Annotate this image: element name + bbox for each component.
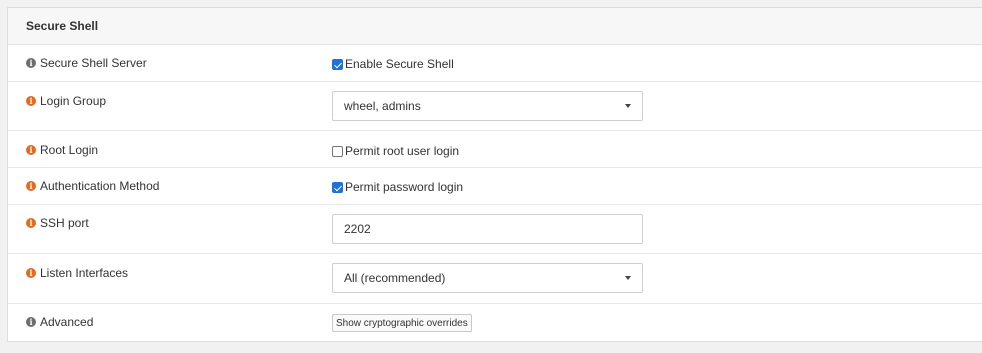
permit-root-login-checkbox[interactable]	[332, 145, 343, 157]
row-root-login: i Root Login Permit root user login	[8, 131, 982, 168]
label-ssh-port: i SSH port	[26, 216, 89, 230]
login-group-selected: wheel, admins	[344, 99, 421, 113]
label-advanced: i Advanced	[26, 315, 93, 329]
secure-shell-panel: Secure Shell i Secure Shell Server Enabl…	[7, 7, 982, 342]
ssh-port-input[interactable]	[332, 214, 643, 244]
permit-password-login-label[interactable]: Permit password login	[345, 180, 463, 194]
row-secure-shell-server: i Secure Shell Server Enable Secure Shel…	[8, 45, 982, 82]
listen-interfaces-select[interactable]: All (recommended)	[332, 263, 643, 293]
show-cryptographic-overrides-button[interactable]: Show cryptographic overrides	[332, 314, 472, 332]
ssh-port-control	[332, 214, 643, 244]
info-icon[interactable]: i	[26, 317, 36, 327]
permit-password-login-control[interactable]: Permit password login	[332, 180, 463, 194]
permit-root-login-label[interactable]: Permit root user login	[345, 144, 459, 158]
info-icon[interactable]: i	[26, 218, 36, 228]
label-text: SSH port	[40, 216, 89, 230]
enable-secure-shell-label[interactable]: Enable Secure Shell	[345, 57, 454, 71]
info-icon[interactable]: i	[26, 58, 36, 68]
listen-interfaces-selected: All (recommended)	[344, 271, 446, 285]
row-advanced: i Advanced Show cryptographic overrides	[8, 304, 982, 342]
login-group-select[interactable]: wheel, admins	[332, 91, 643, 121]
enable-secure-shell-control[interactable]: Enable Secure Shell	[332, 57, 454, 71]
label-text: Login Group	[40, 94, 107, 108]
listen-interfaces-control: All (recommended)	[332, 263, 643, 293]
info-icon[interactable]: i	[26, 145, 36, 155]
label-login-group: i Login Group	[26, 94, 106, 108]
row-listen-interfaces: i Listen Interfaces All (recommended)	[8, 254, 982, 304]
advanced-control: Show cryptographic overrides	[332, 314, 472, 332]
enable-secure-shell-checkbox[interactable]	[332, 58, 343, 70]
row-login-group: i Login Group wheel, admins	[8, 82, 982, 131]
info-icon[interactable]: i	[26, 181, 36, 191]
info-icon[interactable]: i	[26, 268, 36, 278]
label-listen-interfaces: i Listen Interfaces	[26, 266, 128, 280]
row-ssh-port: i SSH port	[8, 205, 982, 254]
label-text: Authentication Method	[40, 179, 160, 193]
login-group-control: wheel, admins	[332, 91, 643, 121]
label-text: Advanced	[40, 315, 94, 329]
row-authentication-method: i Authentication Method Permit password …	[8, 168, 982, 205]
label-root-login: i Root Login	[26, 143, 98, 157]
label-secure-shell-server: i Secure Shell Server	[26, 56, 147, 70]
label-text: Listen Interfaces	[40, 266, 129, 280]
panel-title: Secure Shell	[8, 8, 982, 45]
permit-root-login-control[interactable]: Permit root user login	[332, 144, 459, 158]
info-icon[interactable]: i	[26, 96, 36, 106]
chevron-down-icon	[625, 104, 631, 108]
chevron-down-icon	[625, 276, 631, 280]
label-authentication-method: i Authentication Method	[26, 179, 159, 193]
label-text: Secure Shell Server	[40, 56, 147, 70]
permit-password-login-checkbox[interactable]	[332, 181, 343, 193]
label-text: Root Login	[40, 143, 99, 157]
